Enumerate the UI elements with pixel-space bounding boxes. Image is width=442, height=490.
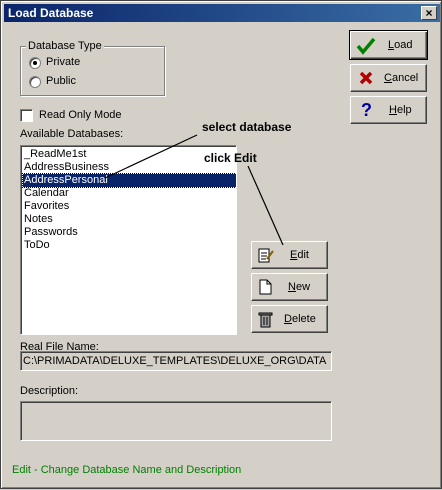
annotation-arrows [104, 134, 284, 246]
annotation-select-database: select database [202, 120, 292, 134]
arrow-to-list [104, 134, 198, 179]
annotation-click-edit: click Edit [204, 151, 257, 165]
load-database-window: Load Database × Database Type Private Pu… [0, 0, 442, 489]
status-text: Edit - Change Database Name and Descript… [12, 464, 242, 476]
arrow-to-edit [247, 165, 284, 246]
